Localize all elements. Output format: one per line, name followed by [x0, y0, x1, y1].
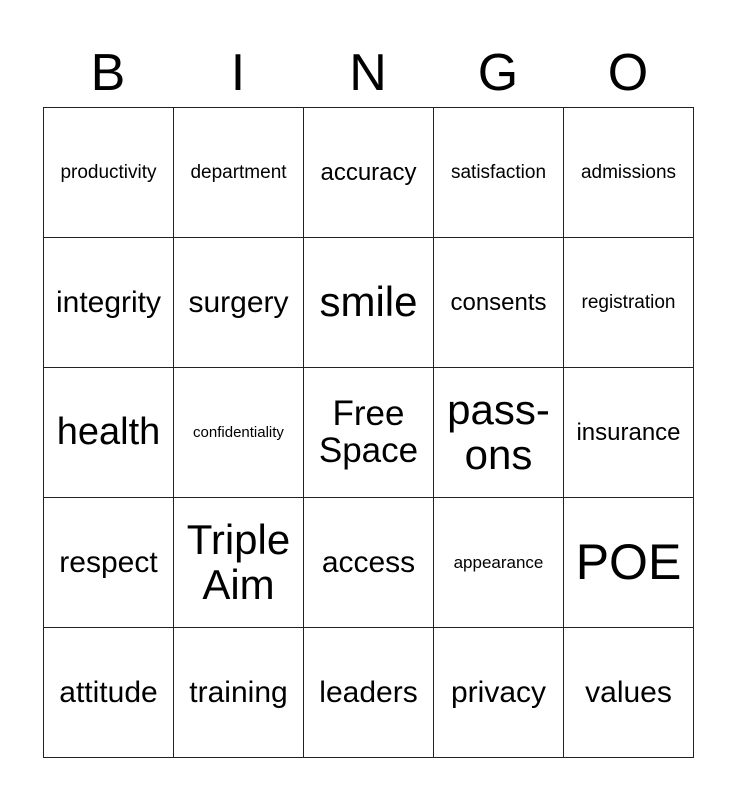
free-space-cell[interactable]: Free Space — [303, 367, 434, 498]
board-row: attitude training leaders privacy values — [43, 627, 694, 758]
bingo-cell[interactable]: accuracy — [303, 107, 434, 238]
cell-text-line-2: ons — [464, 430, 533, 478]
bingo-cell[interactable]: Triple Aim — [173, 497, 304, 628]
bingo-cell[interactable]: productivity — [43, 107, 174, 238]
bingo-cell[interactable]: integrity — [43, 237, 174, 368]
bingo-cell[interactable]: surgery — [173, 237, 304, 368]
bingo-cell[interactable]: values — [563, 627, 694, 758]
bingo-cell[interactable]: admissions — [563, 107, 694, 238]
header-letter-i: I — [230, 44, 246, 102]
bingo-cell[interactable]: confidentiality — [173, 367, 304, 498]
bingo-cell[interactable]: respect — [43, 497, 174, 628]
bingo-cell[interactable]: pass-ons — [433, 367, 564, 498]
bingo-cell[interactable]: POE — [563, 497, 694, 628]
board-row: respect Triple Aim access appearance POE — [43, 497, 694, 628]
header-letter-b: B — [90, 44, 126, 102]
header-letter-n: N — [349, 44, 387, 102]
header-letter-g: G — [477, 44, 519, 102]
bingo-cell[interactable]: consents — [433, 237, 564, 368]
header-letter-o: O — [607, 44, 649, 102]
bingo-cell[interactable]: appearance — [433, 497, 564, 628]
bingo-cell[interactable]: privacy — [433, 627, 564, 758]
bingo-cell[interactable]: health — [43, 367, 174, 498]
free-space-line-2: Space — [318, 430, 419, 470]
board-row: productivity department accuracy satisfa… — [43, 107, 694, 238]
free-space-line-1: Free — [332, 393, 405, 433]
bingo-cell[interactable]: access — [303, 497, 434, 628]
bingo-cell[interactable]: department — [173, 107, 304, 238]
cell-text-line-2: Aim — [202, 560, 275, 608]
bingo-cell[interactable]: smile — [303, 237, 434, 368]
board-row: integrity surgery smile consents registr… — [43, 237, 694, 368]
bingo-cell[interactable]: insurance — [563, 367, 694, 498]
bingo-header: B I N G O — [43, 40, 693, 106]
cell-text-line-1: pass- — [447, 386, 550, 434]
bingo-board: productivity department accuracy satisfa… — [43, 107, 694, 758]
bingo-cell[interactable]: registration — [563, 237, 694, 368]
board-row: health confidentiality Free Space pass-on… — [43, 367, 694, 498]
bingo-cell[interactable]: attitude — [43, 627, 174, 758]
bingo-cell[interactable]: training — [173, 627, 304, 758]
bingo-cell[interactable]: leaders — [303, 627, 434, 758]
cell-text-line-1: Triple — [186, 516, 291, 564]
bingo-cell[interactable]: satisfaction — [433, 107, 564, 238]
